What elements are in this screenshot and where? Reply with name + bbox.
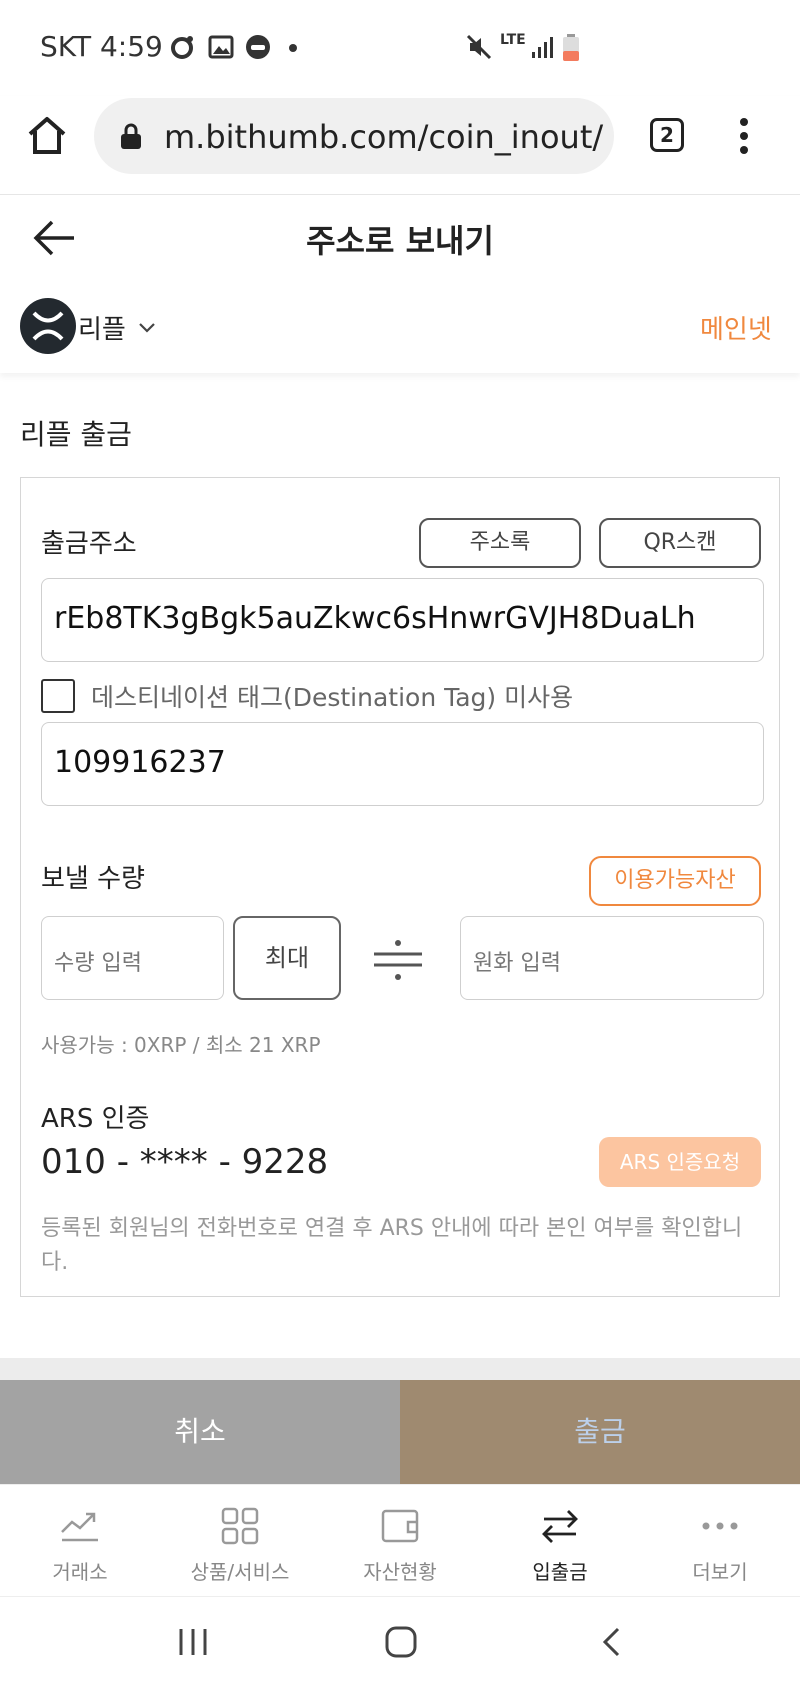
xrp-logo-icon[interactable] xyxy=(20,298,76,354)
tab-count-button[interactable]: 2 xyxy=(650,118,684,152)
back-nav-icon[interactable] xyxy=(600,1626,624,1658)
dest-tag-checkbox-label[interactable]: 데스티네이션 태그(Destination Tag) 미사용 xyxy=(91,678,573,714)
status-carrier-time: SKT 4:59 xyxy=(40,30,163,63)
mute-icon xyxy=(466,34,492,60)
max-button[interactable]: 최대 xyxy=(233,916,341,1000)
coin-selector-label[interactable]: 리플 xyxy=(78,309,126,346)
withdraw-address-value[interactable]: rEb8TK3gBgk5auZkwc6sHnwrGVJH8DuaLh xyxy=(54,601,696,636)
tab-products-services-label: 상품/서비스 xyxy=(190,1560,290,1584)
page-title: 주소로 보내기 xyxy=(306,222,494,260)
chevron-down-icon[interactable] xyxy=(138,322,156,334)
approx-equal-icon xyxy=(374,940,422,980)
messenger-icon xyxy=(246,35,270,59)
tab-assets[interactable]: 자산현황 xyxy=(320,1484,480,1596)
amount-input-placeholder[interactable]: 수량 입력 xyxy=(54,945,142,977)
cancel-button[interactable]: 취소 xyxy=(0,1380,400,1484)
tab-exchange[interactable]: 거래소 xyxy=(0,1484,160,1596)
signal-icon xyxy=(532,37,553,58)
grid-icon xyxy=(221,1507,259,1545)
recent-apps-icon[interactable] xyxy=(176,1626,210,1658)
section-title: 리플 출금 xyxy=(20,418,132,451)
address-book-button[interactable]: 주소록 xyxy=(419,518,581,568)
available-amount-hint: 사용가능 : 0XRP / 최소 21 XRP xyxy=(41,1033,321,1057)
amount-input[interactable]: 수량 입력 xyxy=(41,916,224,1000)
ars-title: ARS 인증 xyxy=(41,1104,150,1134)
withdraw-address-input[interactable]: rEb8TK3gBgk5auZkwc6sHnwrGVJH8DuaLh xyxy=(41,578,764,662)
transfer-arrows-icon xyxy=(542,1510,578,1543)
tab-assets-label: 자산현황 xyxy=(363,1560,437,1584)
dest-tag-value[interactable]: 109916237 xyxy=(54,745,226,780)
tab-deposit-withdraw[interactable]: 입출금 xyxy=(480,1484,640,1596)
home-nav-icon[interactable] xyxy=(384,1625,418,1659)
ars-description: 등록된 회원님의 전화번호로 연결 후 ARS 안내에 따라 본인 여부를 확인… xyxy=(41,1216,743,1275)
gallery-icon xyxy=(208,35,234,59)
ars-request-button[interactable]: ARS 인증요청 xyxy=(599,1137,761,1187)
dest-tag-input[interactable]: 109916237 xyxy=(41,722,764,806)
home-icon[interactable] xyxy=(26,114,68,156)
chart-trend-icon xyxy=(61,1512,98,1542)
more-notifications-dot-icon xyxy=(289,44,297,52)
tab-more-label: 더보기 xyxy=(692,1560,748,1584)
tab-exchange-label: 거래소 xyxy=(52,1560,108,1584)
battery-icon xyxy=(563,34,579,61)
withdraw-address-label: 출금주소 xyxy=(41,529,137,559)
amount-label: 보낼 수량 xyxy=(41,864,145,894)
qr-scan-button[interactable]: QR스캔 xyxy=(599,518,761,568)
krw-input[interactable]: 원화 입력 xyxy=(460,916,764,1000)
krw-input-placeholder[interactable]: 원화 입력 xyxy=(473,945,561,977)
lock-icon xyxy=(121,123,141,149)
network-type-label: LTE xyxy=(500,32,526,48)
wallet-icon xyxy=(381,1509,419,1543)
notification-app-icon xyxy=(171,36,193,59)
tab-products-services[interactable]: 상품/서비스 xyxy=(160,1484,320,1596)
more-dots-icon xyxy=(702,1522,738,1530)
tab-more[interactable]: 더보기 xyxy=(640,1484,800,1596)
address-bar-url[interactable]: m.bithumb.com/coin_inout/v xyxy=(164,118,604,156)
available-assets-button[interactable]: 이용가능자산 xyxy=(589,856,761,906)
ars-phone-number: 010 - **** - 9228 xyxy=(41,1142,329,1182)
network-label: 메인넷 xyxy=(700,315,772,345)
tab-deposit-withdraw-label: 입출금 xyxy=(532,1560,588,1584)
withdraw-button[interactable]: 출금 xyxy=(400,1380,800,1484)
divider-strip xyxy=(0,1358,800,1380)
dest-tag-unused-checkbox[interactable] xyxy=(41,679,75,713)
browser-menu-icon[interactable] xyxy=(738,116,750,156)
